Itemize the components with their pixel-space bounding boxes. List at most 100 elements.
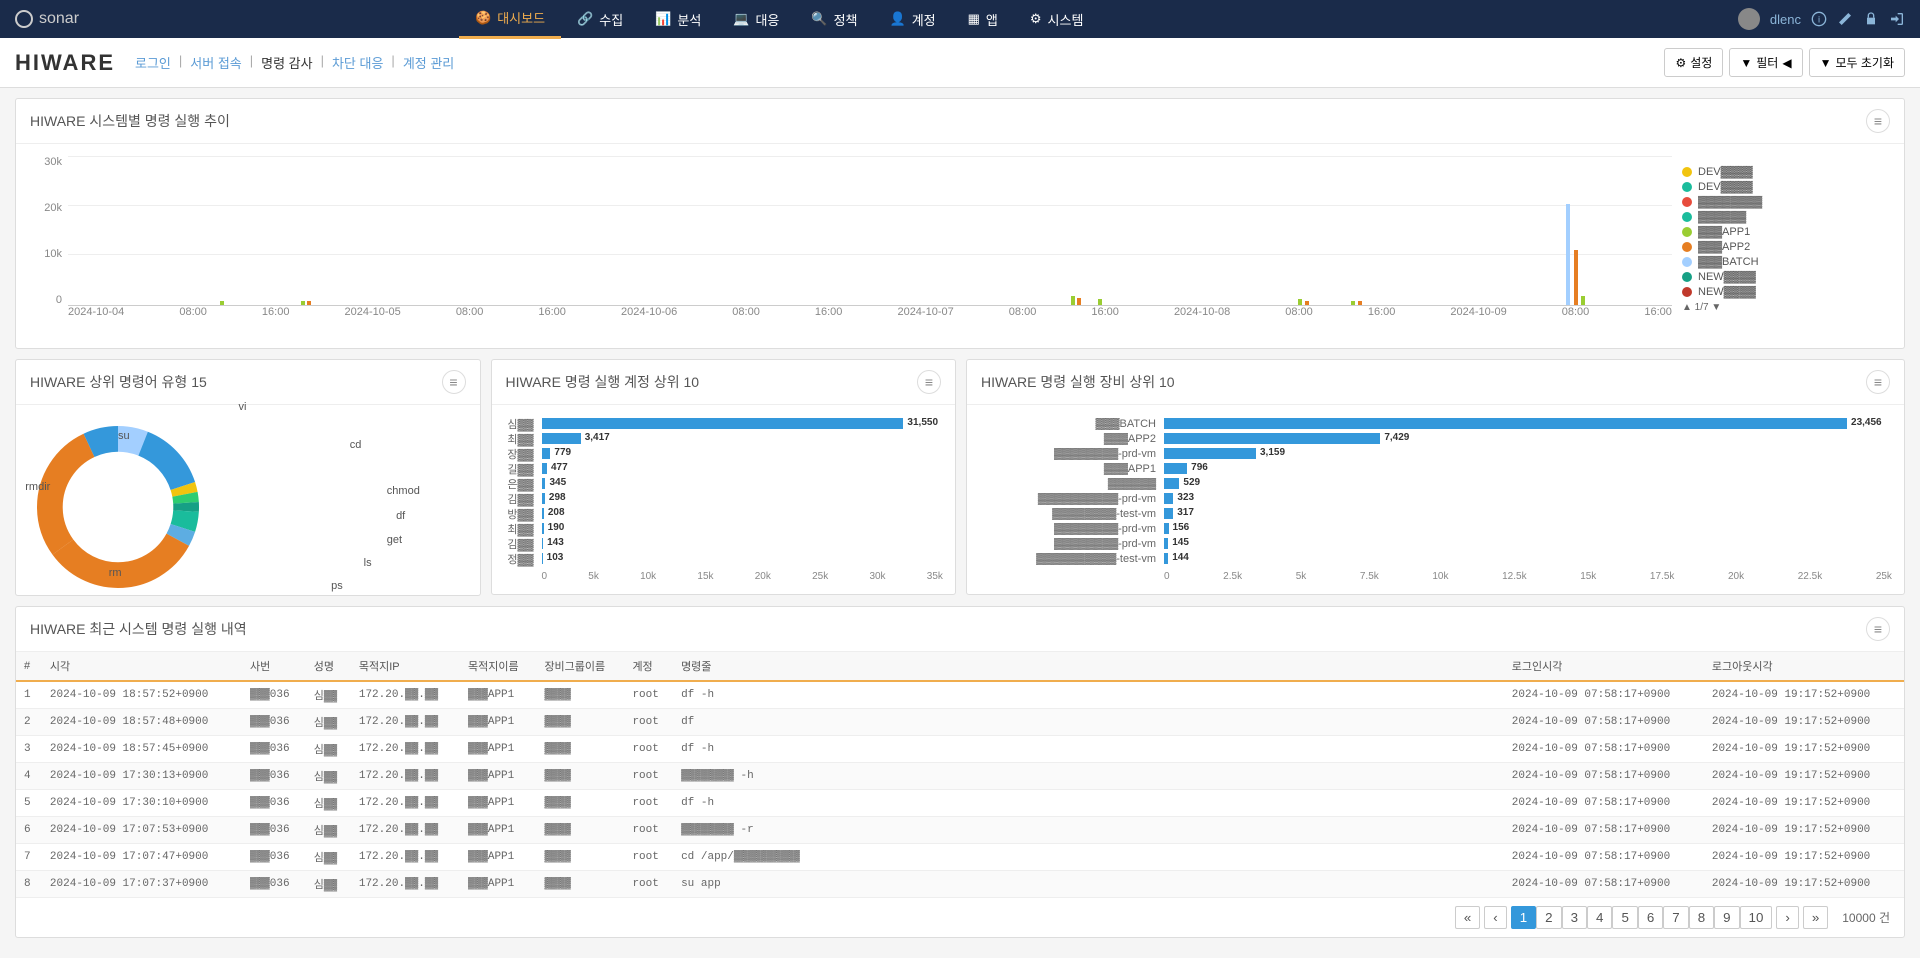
table-header[interactable]: 성명 <box>306 652 351 681</box>
panel-menu-icon[interactable]: ≡ <box>1866 370 1890 394</box>
table-row[interactable]: 12024-10-09 18:57:52+0900▓▓▓036심▓▓172.20… <box>16 681 1904 709</box>
page-number-button[interactable]: 3 <box>1562 906 1587 929</box>
table-cell: 172.20.▓▓.▓▓ <box>351 736 460 763</box>
table-header[interactable]: # <box>16 652 42 681</box>
page-number-button[interactable]: 4 <box>1587 906 1612 929</box>
chart-legend: DEV▓▓▓▓DEV▓▓▓▓▓▓▓▓▓▓▓▓▓▓▓▓▓▓▓▓▓APP1▓▓▓AP… <box>1682 166 1892 313</box>
table-cell: ▓▓▓036 <box>242 817 306 844</box>
page-number-button[interactable]: 1 <box>1511 906 1536 929</box>
page-number-button[interactable]: 6 <box>1638 906 1663 929</box>
page-prev-button[interactable]: ‹ <box>1484 906 1506 929</box>
table-cell: 심▓▓ <box>306 790 351 817</box>
nav-item-7[interactable]: ⚙시스템 <box>1014 0 1100 39</box>
table-header[interactable]: 로그아웃시각 <box>1704 652 1904 681</box>
nav-item-2[interactable]: 📊분석 <box>639 0 717 39</box>
table-header[interactable]: 명령줄 <box>673 652 1504 681</box>
table-row[interactable]: 82024-10-09 17:07:37+0900▓▓▓036심▓▓172.20… <box>16 871 1904 898</box>
panel-menu-icon[interactable]: ≡ <box>442 370 466 394</box>
table-header[interactable]: 계정 <box>624 652 673 681</box>
legend-item[interactable]: NEW▓▓▓▓ <box>1682 286 1892 298</box>
legend-label: NEW▓▓▓▓ <box>1698 286 1756 298</box>
legend-item[interactable]: NEW▓▓▓▓ <box>1682 271 1892 283</box>
table-header[interactable]: 목적지IP <box>351 652 460 681</box>
nav-icon: ⚙ <box>1030 11 1042 27</box>
nav-label: 분석 <box>677 10 701 29</box>
legend-item[interactable]: ▓▓▓▓▓▓ <box>1682 211 1892 223</box>
table-cell: 2024-10-09 17:07:47+0900 <box>42 844 242 871</box>
logo[interactable]: sonar <box>15 10 79 28</box>
legend-label: ▓▓▓▓▓▓▓▓ <box>1698 196 1762 208</box>
page-number-button[interactable]: 10 <box>1740 906 1773 929</box>
legend-item[interactable]: ▓▓▓BATCH <box>1682 256 1892 268</box>
table-row[interactable]: 52024-10-09 17:30:10+0900▓▓▓036심▓▓172.20… <box>16 790 1904 817</box>
table-cell: 심▓▓ <box>306 844 351 871</box>
hbar-fill <box>542 418 904 429</box>
hbar-row: ▓▓▓BATCH23,456 <box>979 417 1892 430</box>
legend-item[interactable]: ▓▓▓APP1 <box>1682 226 1892 238</box>
avatar[interactable] <box>1738 8 1760 30</box>
table-header[interactable]: 로그인시각 <box>1504 652 1704 681</box>
legend-item[interactable]: DEV▓▓▓▓ <box>1682 181 1892 193</box>
hbar-label: ▓▓▓▓▓▓ <box>979 478 1164 490</box>
info-icon[interactable]: i <box>1811 11 1827 27</box>
nav-item-4[interactable]: 🔍정책 <box>795 0 873 39</box>
hbar-row: ▓▓▓APP27,429 <box>979 432 1892 445</box>
hbar-label: ▓▓▓▓▓▓▓▓-prd-vm <box>979 448 1164 460</box>
legend-pager[interactable]: ▲ 1/7 ▼ <box>1682 302 1892 313</box>
table-cell: ▓▓▓APP1 <box>460 844 536 871</box>
hbar-value: 323 <box>1173 492 1194 503</box>
donut-label: rm <box>109 567 122 579</box>
table-row[interactable]: 72024-10-09 17:07:47+0900▓▓▓036심▓▓172.20… <box>16 844 1904 871</box>
nav-item-6[interactable]: ▦앱 <box>952 0 1014 39</box>
table-row[interactable]: 42024-10-09 17:30:13+0900▓▓▓036심▓▓172.20… <box>16 763 1904 790</box>
page-number-button[interactable]: 5 <box>1612 906 1637 929</box>
table-cell: 2024-10-09 19:17:52+0900 <box>1704 817 1904 844</box>
panel-menu-icon[interactable]: ≡ <box>1866 617 1890 641</box>
page-next-button[interactable]: › <box>1776 906 1798 929</box>
reset-all-button[interactable]: ▼모두 초기화 <box>1809 48 1905 77</box>
settings-button[interactable]: ⚙설정 <box>1664 48 1723 77</box>
panel-menu-icon[interactable]: ≡ <box>917 370 941 394</box>
filter-button[interactable]: ▼필터◀ <box>1729 48 1802 77</box>
legend-item[interactable]: ▓▓▓▓▓▓▓▓ <box>1682 196 1892 208</box>
table-cell: ▓▓▓▓ <box>536 763 624 790</box>
logout-icon[interactable] <box>1889 11 1905 27</box>
table-row[interactable]: 32024-10-09 18:57:45+0900▓▓▓036심▓▓172.20… <box>16 736 1904 763</box>
x-tick: 2024-10-07 <box>897 306 953 336</box>
nav-item-1[interactable]: 🔗수집 <box>561 0 639 39</box>
page-number-button[interactable]: 7 <box>1663 906 1688 929</box>
table-cell: ▓▓▓036 <box>242 763 306 790</box>
table-header[interactable]: 시각 <box>42 652 242 681</box>
page-number-button[interactable]: 2 <box>1536 906 1561 929</box>
legend-item[interactable]: ▓▓▓APP2 <box>1682 241 1892 253</box>
legend-item[interactable]: DEV▓▓▓▓ <box>1682 166 1892 178</box>
panel-menu-icon[interactable]: ≡ <box>1866 109 1890 133</box>
tab-3[interactable]: 차단 대응 <box>332 53 383 72</box>
tab-2[interactable]: 명령 감사 <box>261 53 312 72</box>
page-number-button[interactable]: 9 <box>1714 906 1739 929</box>
legend-label: ▓▓▓APP1 <box>1698 226 1750 238</box>
page-first-button[interactable]: « <box>1455 906 1480 929</box>
username[interactable]: dlenc <box>1770 12 1801 27</box>
nav-item-0[interactable]: 🍪대시보드 <box>459 0 561 39</box>
lock-icon[interactable] <box>1863 11 1879 27</box>
donut-label: df <box>396 510 405 522</box>
y-tick: 30k <box>28 156 62 168</box>
y-tick: 0 <box>28 294 62 306</box>
table-header[interactable]: 장비그룹이름 <box>536 652 624 681</box>
table-header[interactable]: 사번 <box>242 652 306 681</box>
table-row[interactable]: 62024-10-09 17:07:53+0900▓▓▓036심▓▓172.20… <box>16 817 1904 844</box>
donut-label: ls <box>364 557 372 569</box>
tab-0[interactable]: 로그인 <box>135 53 171 72</box>
nav-item-5[interactable]: 👤계정 <box>874 0 952 39</box>
tab-4[interactable]: 계정 관리 <box>403 53 454 72</box>
nav-label: 앱 <box>986 10 998 29</box>
table-header[interactable]: 목적지이름 <box>460 652 536 681</box>
page-number-button[interactable]: 8 <box>1689 906 1714 929</box>
table-row[interactable]: 22024-10-09 18:57:48+0900▓▓▓036심▓▓172.20… <box>16 709 1904 736</box>
page-last-button[interactable]: » <box>1803 906 1828 929</box>
edit-icon[interactable] <box>1837 11 1853 27</box>
table-cell: 2024-10-09 19:17:52+0900 <box>1704 871 1904 898</box>
nav-item-3[interactable]: 💻대응 <box>717 0 795 39</box>
tab-1[interactable]: 서버 접속 <box>190 53 241 72</box>
